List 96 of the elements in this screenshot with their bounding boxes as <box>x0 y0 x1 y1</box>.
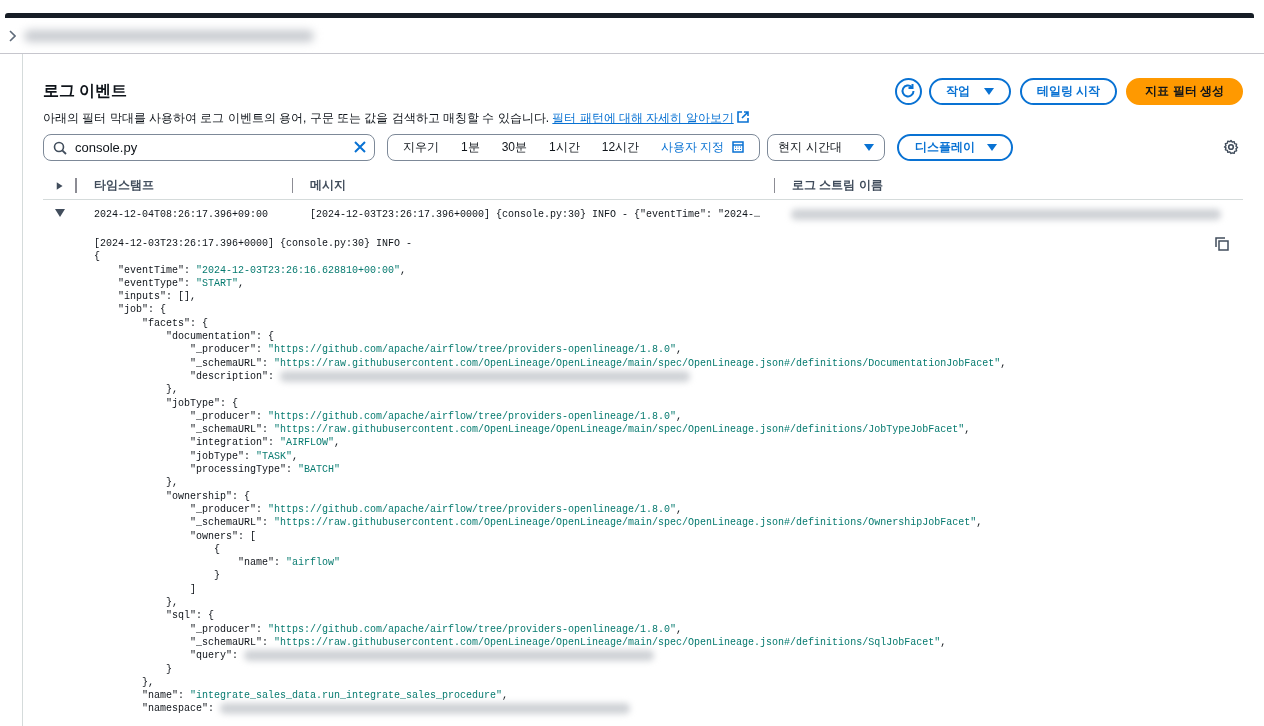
code-text: }, <box>165 477 178 489</box>
code-text: "jobType": <box>189 450 252 462</box>
code-text: , <box>502 690 509 702</box>
timezone-dropdown[interactable]: 현지 시간대 <box>767 133 885 161</box>
code-text: "eventType": <box>117 277 191 289</box>
code-text: , <box>676 410 683 422</box>
create-metric-filter-button[interactable]: 지표 필터 생성 <box>1126 77 1243 105</box>
time-range-button[interactable]: 1시간 <box>538 134 591 160</box>
string-value: "https://raw.githubusercontent.com/OpenLineage/OpenLineage/main/spec/OpenLineage.json#/definitions/OwnershipJobFacet" <box>274 517 977 529</box>
code-text: "_producer": <box>189 344 264 356</box>
code-text: "_schemaURL": <box>189 424 270 436</box>
code-text: , <box>976 517 983 529</box>
code-text: "query": <box>189 650 240 662</box>
timestamp-cell-text: 2024-12-04T08:26:17.396+09:00 <box>93 208 270 220</box>
string-value: "https://github.com/apache/airflow/tree/providers-openlineage/1.8.0" <box>268 503 677 515</box>
code-text: }, <box>165 384 178 396</box>
calendar-icon <box>732 141 745 153</box>
panel-description: 아래의 필터 막대를 사용하여 로그 이벤트의 용어, 구문 또는 값을 검색하고 매칭할 수 있습니다. 필터 패턴에 대해 자세히 알아보기 <box>43 110 1243 127</box>
caret-down-icon <box>863 143 874 151</box>
expand-all-caret-icon[interactable] <box>56 180 64 191</box>
code-text: } <box>213 570 221 582</box>
code-text: ] <box>189 583 197 595</box>
code-text: "namespace": <box>141 703 216 715</box>
settings-icon[interactable] <box>1223 139 1239 155</box>
code-text: , <box>238 277 245 289</box>
code-text: "name": <box>237 557 282 569</box>
code-text: "jobType": { <box>165 397 239 409</box>
code-text: "_schemaURL": <box>189 357 270 369</box>
column-header[interactable]: 로그 스트림 이름 <box>792 177 883 194</box>
string-value: "START" <box>196 277 239 289</box>
chevron-right-icon[interactable] <box>8 29 16 42</box>
code-text: }, <box>165 597 178 608</box>
external-link-icon <box>736 111 749 123</box>
column-header[interactable]: 타임스탬프 <box>94 177 154 194</box>
string-value: "https://raw.githubusercontent.com/OpenLineage/OpenLineage/main/spec/OpenLineage.json#/definitions/JobTypeJobFacet" <box>274 424 965 436</box>
string-value: "https://github.com/apache/airflow/tree/providers-openlineage/1.8.0" <box>268 623 677 635</box>
refresh-button[interactable] <box>895 77 922 105</box>
code-text: } <box>165 663 172 675</box>
code-text: "ownership": { <box>165 490 251 502</box>
copy-icon[interactable] <box>1215 237 1229 251</box>
column-header[interactable]: 메시지 <box>310 177 346 194</box>
code-text: { <box>213 543 221 555</box>
code-text: "facets": { <box>141 317 209 329</box>
code-text: "documentation": { <box>165 331 275 343</box>
code-text: "owners": [ <box>189 530 257 542</box>
custom-range-button[interactable]: 사용자 지정 <box>650 134 756 160</box>
string-value: "https://github.com/apache/airflow/tree/providers-openlineage/1.8.0" <box>268 344 677 356</box>
panel-title: 로그 이벤트 <box>43 80 128 101</box>
code-text: , <box>676 623 683 635</box>
code-text: , <box>334 437 341 449</box>
code-text: "_producer": <box>189 623 264 635</box>
code-text: "job": { <box>117 304 166 316</box>
code-text: , <box>1000 357 1007 369</box>
string-value: "integrate_sales_data.run_integrate_sales_procedure" <box>190 690 503 702</box>
code-text: , <box>676 503 683 515</box>
display-dropdown[interactable]: 디스플레이 <box>896 133 1013 161</box>
string-value: "https://raw.githubusercontent.com/OpenLineage/OpenLineage/main/spec/OpenLineage.json#/definitions/DocumentationJobFacet" <box>274 357 1001 369</box>
string-value: "2024-12-03T23:26:16.628810+00:00" <box>196 264 401 276</box>
code-text: "eventTime": <box>117 264 191 276</box>
code-text: "_schemaURL": <box>189 636 270 648</box>
code-text: }, <box>141 676 154 688</box>
code-text: "_producer": <box>189 410 264 422</box>
time-range-button[interactable]: 1분 <box>450 134 491 160</box>
code-text: , <box>676 344 683 356</box>
string-value: "https://github.com/apache/airflow/tree/providers-openlineage/1.8.0" <box>268 410 677 422</box>
code-text: "processingType": <box>189 464 294 476</box>
start-tailing-button[interactable]: 테일링 시작 <box>1020 77 1118 105</box>
string-value: "https://raw.githubusercontent.com/OpenLineage/OpenLineage/main/spec/OpenLineage.json#/definitions/SqlJobFacet" <box>274 636 941 648</box>
expand-caret-icon[interactable] <box>54 209 65 219</box>
string-value: "BATCH" <box>298 464 341 476</box>
code-text: , <box>292 450 299 462</box>
time-range-button[interactable]: 지우기 <box>392 134 450 160</box>
message-cell-text: [2024-12-03T23:26:17.396+0000] {console.py:30} INFO - {"eventTime": "2024-… <box>309 208 762 220</box>
caret-down-icon <box>984 87 994 95</box>
code-text: , <box>964 424 971 436</box>
string-value: "airflow" <box>286 557 341 569</box>
clear-icon[interactable] <box>353 139 367 154</box>
code-text: "_producer": <box>189 503 264 515</box>
code-text: , <box>940 636 947 648</box>
string-value: "AIRFLOW" <box>280 437 335 449</box>
code-text: "inputs": [], <box>117 291 197 303</box>
time-range-button[interactable]: 12시간 <box>590 134 651 160</box>
time-range-button[interactable]: 30분 <box>490 134 539 160</box>
help-link[interactable]: 필터 패턴에 대해 자세히 알아보기 <box>552 111 749 125</box>
search-field[interactable]: console.py <box>43 133 375 161</box>
string-value: "TASK" <box>256 450 293 462</box>
actions-dropdown[interactable]: 작업 <box>929 77 1011 105</box>
code-text: "sql": { <box>165 610 215 622</box>
code-text: "_schemaURL": <box>189 517 270 529</box>
code-text: "description": <box>189 370 276 382</box>
code-text: [2024-12-03T23:26:17.396+0000] {console.py:30} INFO - <box>94 238 413 249</box>
code-text: , <box>400 264 407 276</box>
caret-down-icon <box>986 143 997 151</box>
code-text: "name": <box>141 690 185 702</box>
code-text: "integration": <box>189 437 276 449</box>
code-text: { <box>94 251 100 263</box>
